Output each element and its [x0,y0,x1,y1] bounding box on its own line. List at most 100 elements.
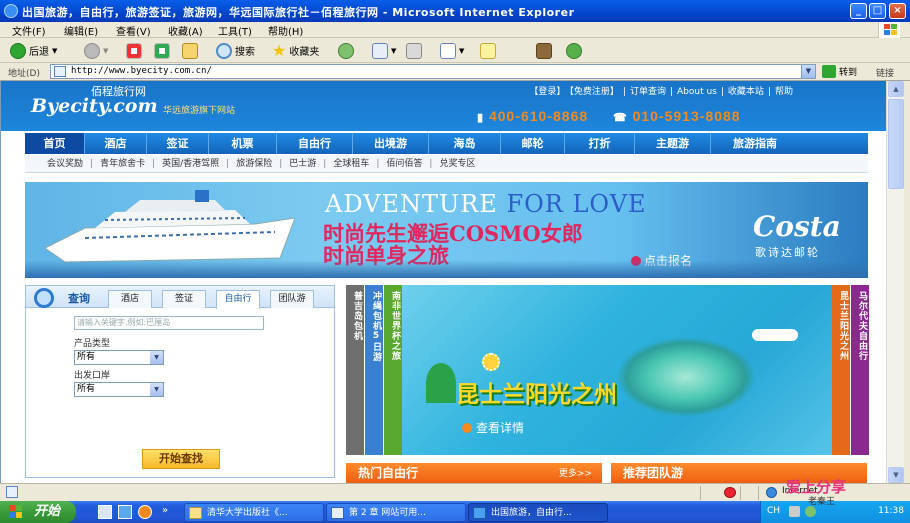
nav-cruise[interactable]: 邮轮 [501,133,565,154]
research-button[interactable] [536,41,552,60]
promo-more-link[interactable]: 查看详情 [462,419,524,436]
address-input[interactable]: http://www.byecity.com.cn/ ▼ [50,64,816,79]
promo-tab-phuket[interactable]: 普吉岛包机 [346,285,364,455]
search-submit-button[interactable]: 开始查找 [142,449,220,469]
quicklaunch-more-icon[interactable]: » [162,505,168,516]
ime-indicator[interactable]: CH [767,506,780,516]
messenger-button[interactable] [566,41,582,60]
nav-hotel[interactable]: 酒店 [85,133,147,154]
phone-icon: ☎ [613,112,628,124]
menu-file[interactable]: 文件(F) [12,23,46,38]
window-title-bar[interactable]: 出国旅游，自由行，旅游签证，旅游网，华远国际旅行社－佰程旅行网 - Micros… [0,0,910,22]
search-tab-visa[interactable]: 签证 [162,290,206,308]
sun-icon [482,353,500,371]
search-tab-independent[interactable]: 自由行 [216,290,260,309]
home-button[interactable] [182,41,198,60]
nav-visa[interactable]: 签证 [147,133,209,154]
subnav-item[interactable]: 佰问佰答 [386,155,422,172]
task-word[interactable]: 第 2 章 网站可用... [326,503,466,522]
back-button[interactable]: 后退 ▼ [10,41,57,60]
menu-view[interactable]: 查看(V) [116,23,151,38]
search-tab-group[interactable]: 团队游 [270,290,314,308]
nav-guide[interactable]: 旅游指南 [711,133,799,154]
departure-port-select[interactable]: 所有 ▼ [74,382,164,397]
more-link[interactable]: 更多>> [559,464,592,483]
subnav-item[interactable]: 兑奖专区 [439,155,475,172]
promo-tab-queensland[interactable]: 昆士兰阳光之州 [832,285,850,455]
page-status-icon [6,486,18,498]
tray-icon[interactable] [805,506,816,517]
nav-flight[interactable]: 机票 [209,133,277,154]
stop-button[interactable] [126,41,142,60]
clock[interactable]: 11:38 [878,506,904,516]
back-dropdown-icon[interactable]: ▼ [52,47,57,55]
subnav-item[interactable]: 青年旅舍卡 [100,155,145,172]
print-button[interactable] [406,41,422,60]
nav-theme[interactable]: 主题游 [635,133,711,154]
subnav-item[interactable]: 英国/香港驾照 [162,155,219,172]
address-dropdown-icon[interactable]: ▼ [801,65,815,78]
promo-tab-maldives[interactable]: 马尔代夫自由行 [851,285,869,455]
login-link[interactable]: 【登录】 [529,87,565,97]
toolbar: 后退 ▼ ▼ 搜索 ★ 收藏夹 ▼ ▼ [0,38,910,63]
mail-button[interactable]: ▼ [372,41,396,60]
nav-island[interactable]: 海岛 [429,133,501,154]
register-link[interactable]: 【免费注册】 [569,87,619,97]
search-button[interactable]: 搜索 [216,41,255,60]
nav-home[interactable]: 首页 [25,133,85,154]
help-link[interactable]: 帮助 [775,87,793,97]
minimize-button[interactable]: _ [850,3,867,19]
links-label[interactable]: 链接 [876,66,894,79]
subnav-item[interactable]: 会议奖励 [47,155,83,172]
history-button[interactable] [338,41,354,60]
quicklaunch-desktop-icon[interactable] [98,505,112,519]
go-button[interactable]: 转到 [822,65,857,78]
task-folder[interactable]: 清华大学出版社《... [184,503,324,522]
discuss-button[interactable] [480,41,496,60]
favorites-button[interactable]: ★ 收藏夹 [272,41,319,60]
subnav-item[interactable]: 全球租车 [333,155,369,172]
edit-button[interactable]: ▼ [440,41,464,60]
about-us-link[interactable]: About us [677,87,717,97]
site-logo[interactable]: Byecity.com 佰程旅行网 华远旅游旗下网站 [31,85,235,117]
forward-button[interactable]: ▼ [84,41,108,60]
popup-blocked-icon[interactable] [724,487,736,498]
product-type-select[interactable]: 所有 ▼ [74,350,164,365]
quicklaunch-media-icon[interactable] [138,505,152,519]
history-icon [338,42,354,59]
watermark-stamp: 爱上分享 老秦王 [786,478,847,507]
cruise-banner[interactable]: ADVENTURE FOR LOVE 时尚先生邂逅COSMO女郎 时尚单身之旅 … [25,182,868,278]
nav-outbound[interactable]: 出境游 [353,133,429,154]
start-button[interactable]: 开始 [0,501,76,523]
search-tab-hotel[interactable]: 酒店 [108,290,152,308]
mail-dropdown-icon[interactable]: ▼ [391,47,396,55]
nav-independent[interactable]: 自由行 [277,133,353,154]
forward-dropdown-icon[interactable]: ▼ [103,47,108,55]
tray-icon[interactable] [789,506,800,517]
menu-tools[interactable]: 工具(T) [218,23,252,38]
quicklaunch-ie-icon[interactable] [118,505,132,519]
promo-tab-worldcup[interactable]: 南非世界杯之旅 [384,285,402,455]
promo-tab-okinawa[interactable]: 冲绳包机5日游 [365,285,383,455]
maximize-button[interactable]: □ [869,3,886,19]
subnav-item[interactable]: 旅游保险 [236,155,272,172]
edit-dropdown-icon[interactable]: ▼ [459,47,464,55]
bookmark-link[interactable]: 收藏本站 [728,87,764,97]
scroll-up-icon[interactable]: ▲ [888,81,904,97]
close-button[interactable]: × [889,3,906,19]
menu-favorites[interactable]: 收藏(A) [168,23,203,38]
keyword-input[interactable]: 请输入关键字,例如:巴厘岛 [74,316,264,330]
scroll-thumb[interactable] [888,99,904,189]
order-query-link[interactable]: 订单查询 [630,87,666,97]
vertical-scrollbar[interactable]: ▲ ▼ [886,81,904,483]
refresh-button[interactable] [154,41,170,60]
promo-image[interactable]: 昆士兰阳光之州 查看详情 [402,285,832,455]
menu-help[interactable]: 帮助(H) [268,23,303,38]
task-ie[interactable]: 出国旅游，自由行... [468,503,608,522]
internet-zone-icon [766,487,777,498]
scroll-down-icon[interactable]: ▼ [888,467,904,483]
subnav-item[interactable]: 巴士游 [289,155,316,172]
nav-discount[interactable]: 打折 [565,133,635,154]
menu-edit[interactable]: 编辑(E) [64,23,98,38]
departure-port-label: 出发口岸 [74,371,111,381]
